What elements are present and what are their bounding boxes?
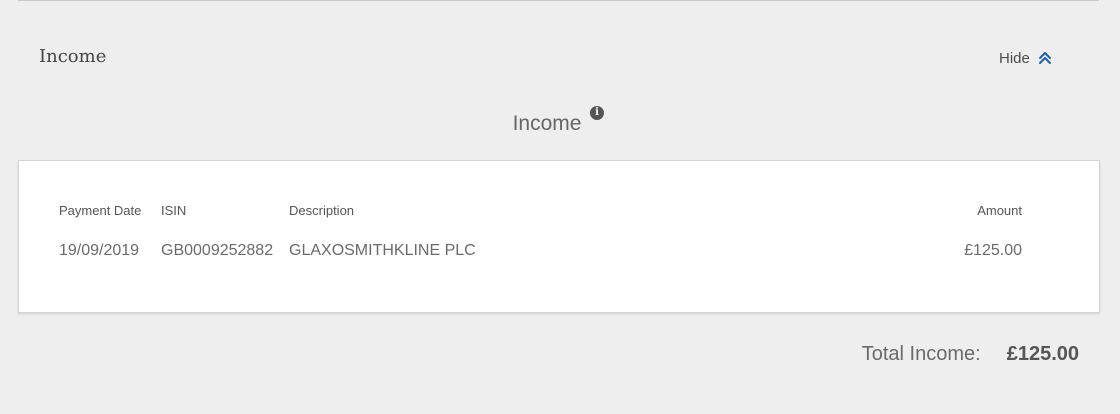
column-header-payment-date: Payment Date: [59, 203, 142, 218]
cell-amount: £125.00: [964, 242, 1022, 259]
section-divider: [18, 0, 1099, 1]
cell-description: GLAXOSMITHKLINE PLC: [289, 242, 476, 259]
section-title: Income: [39, 46, 107, 67]
total-income-value: £125.00: [1006, 343, 1079, 365]
column-header-description: Description: [289, 203, 355, 218]
hide-toggle-button[interactable]: Hide: [999, 48, 1052, 68]
hide-toggle-label: Hide: [999, 49, 1030, 67]
column-header-amount: Amount: [977, 203, 1022, 218]
cell-payment-date: 19/09/2019: [59, 242, 140, 259]
info-icon[interactable]: i: [590, 106, 604, 120]
total-income-label: Total Income:: [861, 343, 981, 365]
column-header-isin: ISIN: [161, 203, 187, 218]
income-panel-heading: Income: [512, 112, 582, 135]
income-table: Payment Date ISIN Description Amount 19/…: [18, 160, 1100, 313]
double-chevron-up-icon: [1038, 51, 1052, 65]
total-income-row: Total Income: £125.00: [862, 343, 1079, 366]
cell-isin: GB0009252882: [161, 242, 274, 259]
